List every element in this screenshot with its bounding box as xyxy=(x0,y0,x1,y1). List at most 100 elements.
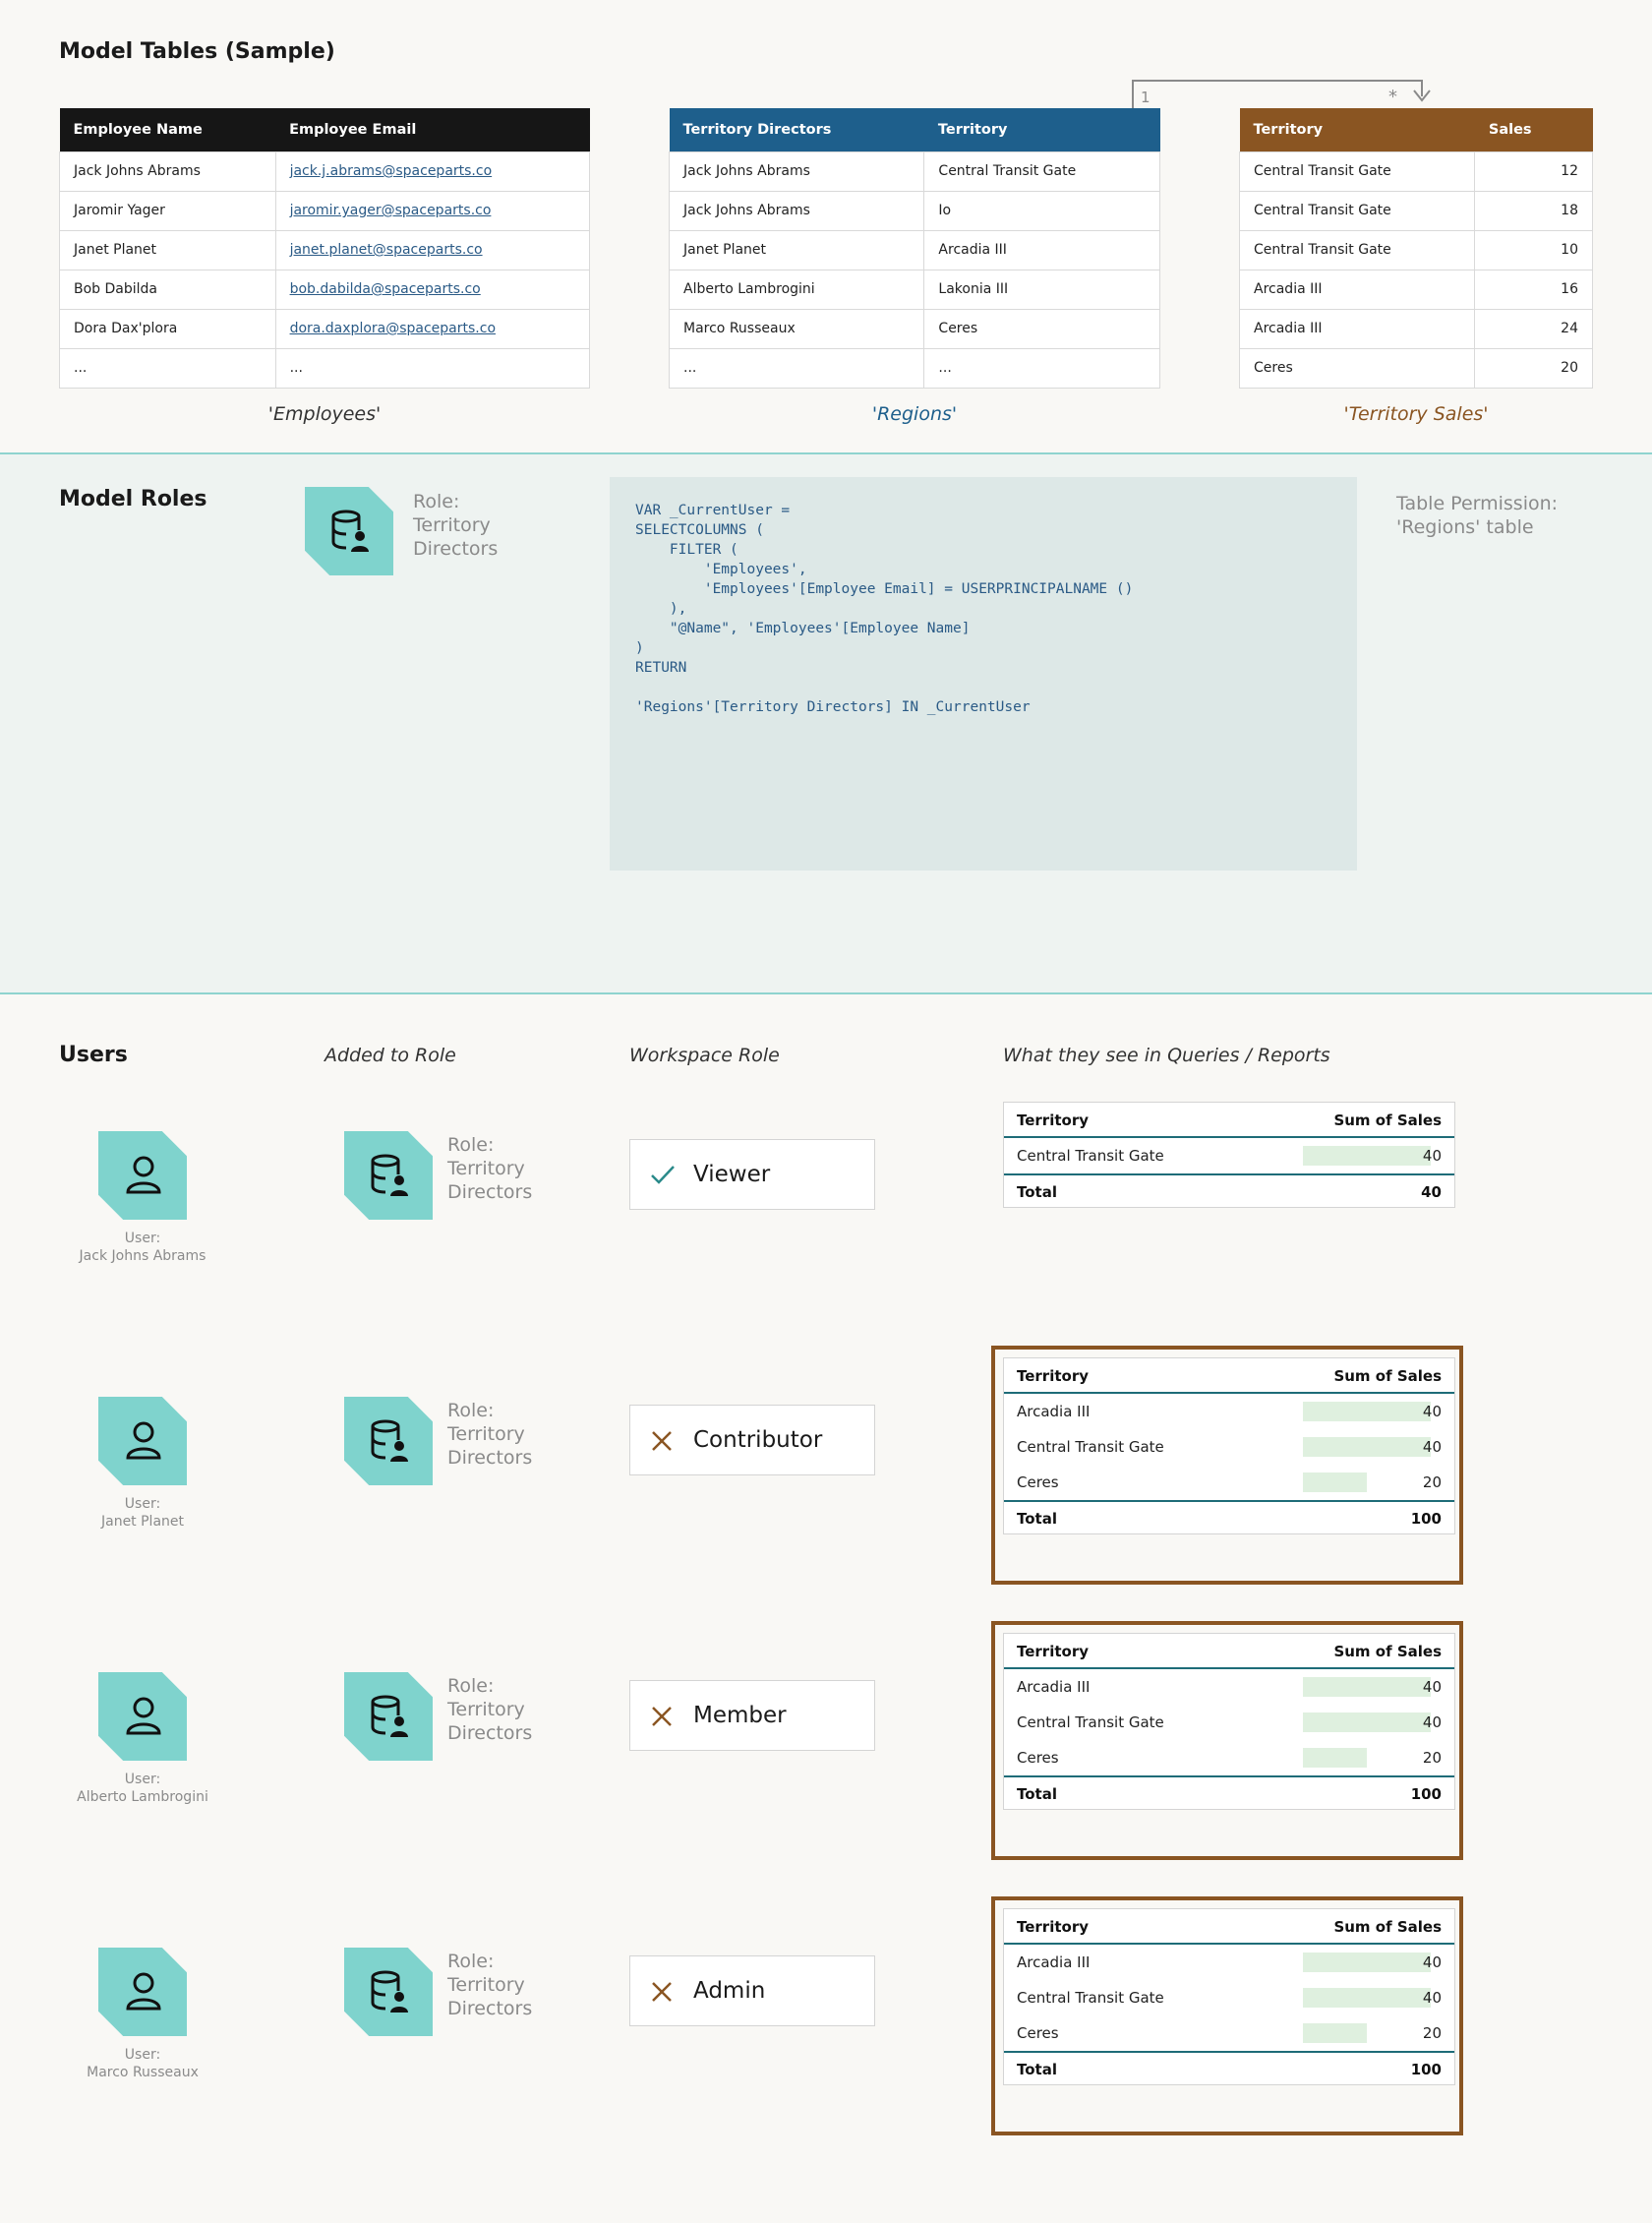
cell-email: ... xyxy=(274,347,591,389)
code-line: ), xyxy=(635,601,687,617)
cell-territory: Arcadia III xyxy=(1238,308,1476,349)
result-sales: 40 xyxy=(1422,1403,1442,1420)
email-link[interactable]: dora.daxplora@spaceparts.co xyxy=(290,321,496,336)
result-sales: 40 xyxy=(1422,1713,1442,1731)
role-label: Role: Territory Directors xyxy=(413,491,499,560)
table-row: ...... xyxy=(59,347,591,389)
table-header: Territory xyxy=(1239,108,1475,151)
cell-name: Janet Planet xyxy=(59,229,276,270)
result-header-territory: Territory xyxy=(1017,1918,1090,1936)
data-bar xyxy=(1303,1437,1431,1457)
cell-sales: 12 xyxy=(1474,150,1593,192)
workspace-role-label: Contributor xyxy=(693,1427,823,1453)
code-line: ) xyxy=(635,640,644,656)
result-territory: Central Transit Gate xyxy=(1017,1989,1164,2007)
result-sales: 40 xyxy=(1422,1147,1442,1165)
result-row: Ceres 20 xyxy=(1004,1740,1454,1775)
cell-director: Jack Johns Abrams xyxy=(668,150,925,192)
cell-territory: Central Transit Gate xyxy=(1238,150,1476,192)
result-row: Arcadia III 40 xyxy=(1004,1945,1454,1980)
check-icon xyxy=(650,1164,676,1189)
total-value: 100 xyxy=(1410,1510,1442,1528)
role-icon xyxy=(344,1131,433,1220)
email-link[interactable]: jack.j.abrams@spaceparts.co xyxy=(290,163,493,179)
email-link[interactable]: janet.planet@spaceparts.co xyxy=(290,242,483,258)
result-header-row: Territory Sum of Sales xyxy=(1004,1358,1454,1394)
code-line: 'Employees'[Employee Email] = USERPRINCI… xyxy=(635,581,1134,597)
result-sales: 40 xyxy=(1422,1438,1442,1456)
relationship-many-label: * xyxy=(1388,87,1397,107)
result-sales: 40 xyxy=(1422,1953,1442,1971)
table-row: Central Transit Gate 10 xyxy=(1238,229,1593,270)
result-header-territory: Territory xyxy=(1017,1643,1090,1660)
table-row: Central Transit Gate 12 xyxy=(1238,150,1593,192)
cell-email: janet.planet@spaceparts.co xyxy=(274,229,591,270)
total-label: Total xyxy=(1017,1183,1057,1201)
cell-director: Janet Planet xyxy=(668,229,925,270)
cell-territory: Lakonia III xyxy=(923,269,1160,310)
cell-territory: Central Transit Gate xyxy=(1238,229,1476,270)
data-bar xyxy=(1303,1748,1367,1768)
result-sales: 20 xyxy=(1422,1749,1442,1767)
cell-territory: Arcadia III xyxy=(1238,269,1476,310)
result-header-sales: Sum of Sales xyxy=(1333,1643,1442,1660)
result-header-sales: Sum of Sales xyxy=(1333,1367,1442,1385)
table-header: Employee Email xyxy=(275,108,590,151)
workspace-role-heading: Workspace Role xyxy=(629,1045,780,1066)
code-line: "@Name", 'Employees'[Employee Name] xyxy=(635,621,971,636)
result-header-territory: Territory xyxy=(1017,1112,1090,1129)
data-bar xyxy=(1303,1677,1431,1697)
cell-territory: Central Transit Gate xyxy=(1238,190,1476,231)
cell-territory: Ceres xyxy=(923,308,1160,349)
cell-name: Jack Johns Abrams xyxy=(59,150,276,192)
table-header: Sales xyxy=(1474,108,1593,151)
model-tables-title: Model Tables (Sample) xyxy=(59,39,335,64)
workspace-role-label: Member xyxy=(693,1703,787,1728)
employees-table: Employee Name Employee Email Jack Johns … xyxy=(59,108,591,389)
cell-director: Jack Johns Abrams xyxy=(668,190,925,231)
model-roles-title: Model Roles xyxy=(59,487,207,511)
employees-caption: 'Employees' xyxy=(267,403,382,425)
query-result-table: Territory Sum of Sales Arcadia III 40 Centra… xyxy=(1003,1633,1455,1810)
table-row: Dora Dax'plora dora.daxplora@spaceparts.c… xyxy=(59,308,591,349)
workspace-role-box: Admin xyxy=(629,1955,875,2026)
role-icon xyxy=(344,1672,433,1761)
result-territory: Central Transit Gate xyxy=(1017,1713,1164,1731)
result-header-row: Territory Sum of Sales xyxy=(1004,1909,1454,1945)
user-icon xyxy=(98,1131,187,1220)
email-link[interactable]: jaromir.yager@spaceparts.co xyxy=(290,203,492,218)
table-row: Arcadia III 16 xyxy=(1238,269,1593,310)
query-result-table: Territory Sum of Sales Arcadia III 40 Centra… xyxy=(1003,1357,1455,1534)
result-total-row: Total 100 xyxy=(1004,2051,1454,2084)
cell-name: Jaromir Yager xyxy=(59,190,276,231)
table-row: Ceres 20 xyxy=(1238,347,1593,389)
cell-sales: 24 xyxy=(1474,308,1593,349)
cell-territory: Ceres xyxy=(1238,347,1476,389)
table-row: Jaromir Yager jaromir.yager@spaceparts.co xyxy=(59,190,591,231)
user-label: User: Janet Planet xyxy=(100,1496,185,1530)
data-bar xyxy=(1303,1146,1431,1166)
table-row: Jack Johns Abrams Central Transit Gate xyxy=(668,150,1160,192)
cell-territory: ... xyxy=(923,347,1160,389)
table-row: Janet Planet Arcadia III xyxy=(668,229,1160,270)
user-label: User: Alberto Lambrogini xyxy=(77,1772,208,1805)
table-row: Alberto Lambrogini Lakonia III xyxy=(668,269,1160,310)
total-value: 100 xyxy=(1410,1785,1442,1803)
result-row: Central Transit Gate 40 xyxy=(1004,1980,1454,2015)
what-they-see-heading: What they see in Queries / Reports xyxy=(1003,1045,1330,1066)
users-title: Users xyxy=(59,1043,128,1067)
user-icon xyxy=(98,1397,187,1485)
data-bar xyxy=(1303,1988,1431,2008)
table-row: Bob Dabilda bob.dabilda@spaceparts.co xyxy=(59,269,591,310)
table-header: Territory xyxy=(923,108,1160,151)
cell-email: jack.j.abrams@spaceparts.co xyxy=(274,150,591,192)
email-link[interactable]: bob.dabilda@spaceparts.co xyxy=(290,281,481,297)
result-territory: Central Transit Gate xyxy=(1017,1438,1164,1456)
code-line: VAR _CurrentUser = xyxy=(635,503,791,518)
role-icon xyxy=(344,1397,433,1485)
code-line: 'Regions'[Territory Directors] IN _Curre… xyxy=(635,699,1031,715)
code-line: RETURN xyxy=(635,660,687,676)
user-label: User: Jack Johns Abrams xyxy=(79,1231,206,1264)
result-territory: Ceres xyxy=(1017,1473,1059,1491)
code-line: FILTER ( xyxy=(635,542,738,558)
